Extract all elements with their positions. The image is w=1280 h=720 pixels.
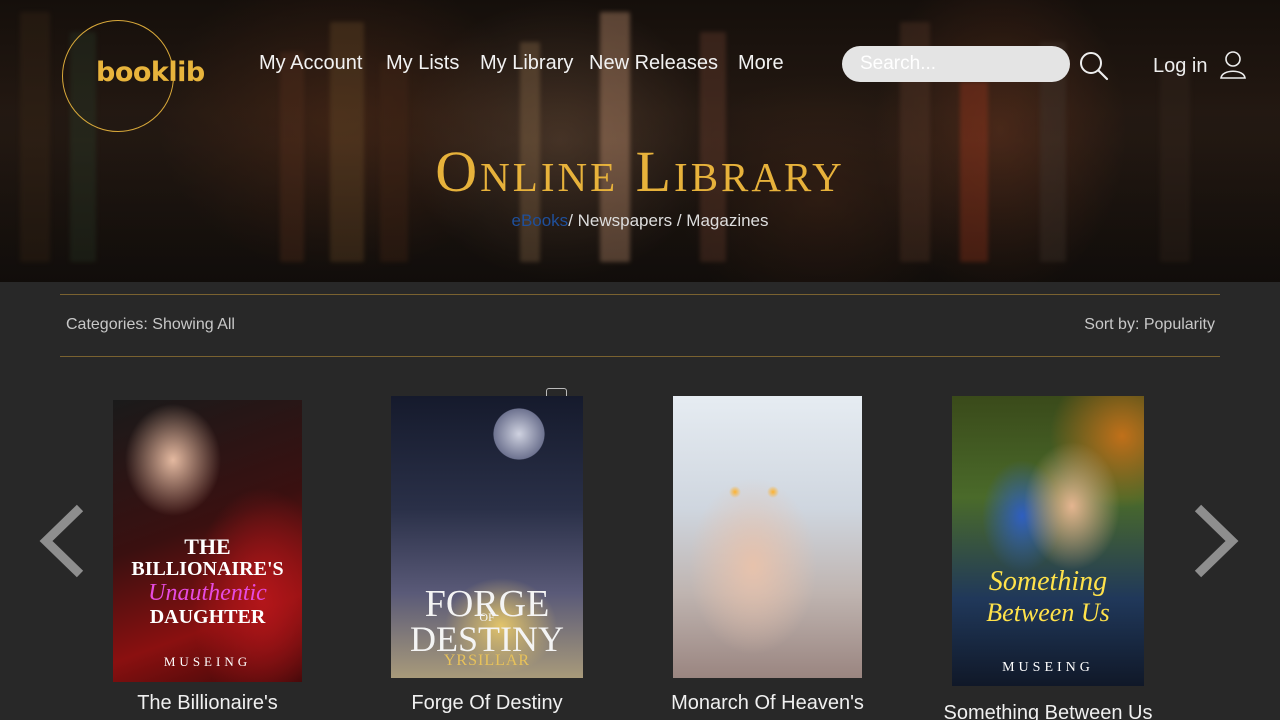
cover-text: MUSEING (163, 654, 252, 669)
ebooks-link[interactable]: eBooks (511, 211, 568, 230)
user-icon[interactable] (1218, 50, 1248, 80)
media-type-breadcrumb: eBooks/ Newspapers / Magazines (0, 211, 1280, 231)
book-cover[interactable]: THE BILLIONAIRE'S Unauthentic DAUGHTER M… (113, 400, 302, 682)
categories-filter[interactable]: Categories: Showing All (66, 316, 235, 334)
book-title[interactable]: Something Between Us (932, 702, 1164, 720)
divider (60, 294, 1220, 295)
sort-dropdown[interactable]: Sort by: Popularity (1084, 316, 1215, 334)
chevron-right-icon[interactable] (1192, 502, 1240, 580)
cover-text: DAUGHTER (149, 606, 266, 628)
book-cover[interactable] (673, 396, 862, 678)
cover-text: BILLIONAIRE'S (131, 558, 284, 580)
hero-banner: booklib My Account My Lists My Library N… (0, 0, 1280, 282)
cover-text: MUSEING (1002, 660, 1094, 675)
other-media-links[interactable]: / Newspapers / Magazines (568, 211, 768, 230)
book-title[interactable]: Monarch Of Heaven's (663, 692, 872, 715)
nav-my-library[interactable]: My Library (480, 52, 573, 75)
book-title[interactable]: Forge Of Destiny (391, 692, 583, 715)
chevron-left-icon[interactable] (38, 502, 86, 580)
book-cover[interactable]: Something Between Us MUSEING (952, 396, 1144, 686)
search-icon[interactable] (1078, 51, 1110, 81)
nav-my-lists[interactable]: My Lists (386, 52, 459, 75)
nav-new-releases[interactable]: New Releases (589, 52, 718, 75)
login-link[interactable]: Log in (1153, 55, 1208, 78)
book-cover[interactable]: FORGE OF DESTINY YRSILLAR (391, 396, 583, 678)
divider (60, 356, 1220, 357)
logo[interactable]: booklib (96, 57, 205, 88)
cover-text: Unauthentic (148, 580, 267, 606)
book-title[interactable]: The Billionaire's (113, 692, 302, 715)
cover-text: YRSILLAR (443, 652, 531, 669)
cover-text: THE (184, 534, 231, 559)
cover-text: Something (988, 566, 1108, 597)
nav-more[interactable]: More (738, 52, 784, 75)
search-input[interactable] (842, 46, 1070, 82)
cover-text: Between Us (986, 598, 1110, 627)
page-title: Online Library (435, 139, 845, 204)
nav-my-account[interactable]: My Account (259, 52, 362, 75)
